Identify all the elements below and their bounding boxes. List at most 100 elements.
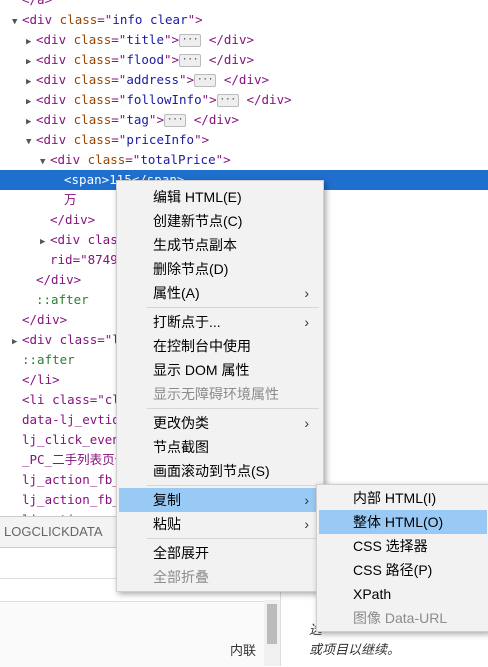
menu-item-label: CSS 路径(P)	[353, 562, 433, 578]
tag-name: div	[29, 12, 53, 27]
submenu-arrow-icon: ›	[304, 516, 309, 532]
collapse-arrow-icon[interactable]: ▶	[12, 332, 22, 350]
menu-item-label: 复制	[153, 492, 181, 508]
tag-bracket: ">	[215, 152, 231, 167]
dom-node-row[interactable]: </a>	[0, 0, 488, 10]
inline-style-label: 内联	[229, 643, 256, 658]
info-line-2: 或项目以继续。	[309, 642, 401, 657]
menu-item[interactable]: 更改伪类 ›	[119, 411, 321, 435]
expand-arrow-icon[interactable]: ▼	[26, 132, 36, 150]
closing-tag: </div>	[216, 72, 270, 87]
node-text: </div>	[22, 312, 68, 327]
menu-item[interactable]: 打断点于... ›	[119, 310, 321, 334]
node-text: </div>	[50, 212, 96, 227]
attr-value: address	[126, 72, 180, 87]
menu-item[interactable]: 粘贴 ›	[119, 512, 321, 536]
attr-eq: ="	[97, 12, 113, 27]
menu-item-label: 显示 DOM 属性	[153, 362, 250, 378]
ellipsis-icon[interactable]: ···	[163, 114, 187, 127]
attr-value: tag	[126, 112, 149, 127]
menu-item-label: 图像 Data-URL	[353, 610, 448, 626]
menu-item-label: 打断点于...	[153, 314, 221, 330]
styles-scrollbar[interactable]	[264, 600, 280, 666]
menu-item-label: CSS 选择器	[353, 538, 428, 554]
attr-eq: ="	[111, 32, 127, 47]
menu-separator	[147, 538, 319, 539]
attr-eq: ="	[111, 132, 127, 147]
dom-node-row[interactable]: ▼ <div class="totalPrice">	[0, 150, 488, 170]
submenu-arrow-icon: ›	[304, 415, 309, 431]
expand-arrow-icon[interactable]: ▼	[12, 12, 22, 30]
collapse-arrow-icon[interactable]: ▶	[26, 72, 36, 90]
attr-name: class	[87, 152, 126, 167]
collapse-arrow-icon[interactable]: ▶	[26, 52, 36, 70]
expand-arrow-icon[interactable]: ▼	[40, 152, 50, 170]
menu-item[interactable]: 复制 ›	[119, 488, 321, 512]
menu-item[interactable]: CSS 选择器	[319, 534, 487, 558]
attr-value: totalPrice	[140, 152, 216, 167]
dom-node-row[interactable]: ▶ <div class="address"> ··· </div>	[0, 70, 488, 90]
ellipsis-icon[interactable]: ···	[179, 54, 202, 67]
breadcrumb-item[interactable]: LOGCLICKDATA	[4, 524, 102, 539]
menu-item[interactable]: 创建新节点(C)	[119, 209, 321, 233]
tag-bracket: <	[36, 32, 44, 47]
attr-name: class	[73, 52, 112, 67]
collapse-arrow-icon[interactable]: ▶	[40, 232, 50, 250]
menu-item[interactable]: 属性(A) ›	[119, 281, 321, 305]
tag-bracket: ">	[179, 72, 195, 87]
attr-value: title	[126, 32, 164, 47]
node-text: </li>	[22, 372, 60, 387]
menu-item[interactable]: 内部 HTML(I)	[319, 486, 487, 510]
tag-bracket: ">	[148, 112, 164, 127]
menu-item[interactable]: CSS 路径(P)	[319, 558, 487, 582]
scrollbar-thumb[interactable]	[267, 604, 277, 644]
menu-item-label: 属性(A)	[153, 285, 200, 301]
menu-item: 图像 Data-URL	[319, 606, 487, 630]
dom-node-row[interactable]: ▶ <div class="followInfo"> ··· </div>	[0, 90, 488, 110]
closing-tag: </div>	[201, 52, 254, 67]
menu-item[interactable]: XPath	[319, 582, 487, 606]
menu-item-label: 编辑 HTML(E)	[153, 189, 242, 205]
menu-item[interactable]: 画面滚动到节点(S)	[119, 459, 321, 483]
tag-bracket: <	[36, 72, 44, 87]
attr-eq: ="	[125, 152, 141, 167]
menu-item[interactable]: 整体 HTML(O)	[319, 510, 487, 534]
collapse-arrow-icon[interactable]: ▶	[26, 92, 36, 110]
ellipsis-icon[interactable]: ···	[179, 34, 202, 47]
menu-item[interactable]: 删除节点(D)	[119, 257, 321, 281]
tag-bracket: ">	[201, 92, 217, 107]
collapse-arrow-icon[interactable]: ▶	[26, 112, 36, 130]
dom-node-row[interactable]: ▼ <div class="priceInfo">	[0, 130, 488, 150]
menu-item[interactable]: 全部展开	[119, 541, 321, 565]
dom-node-row[interactable]: ▼ <div class="info clear">	[0, 10, 488, 30]
node-text: _PC_二手列表页卡	[22, 452, 128, 467]
tag-name: div	[43, 52, 67, 67]
menu-item[interactable]: 编辑 HTML(E)	[119, 185, 321, 209]
tag-bracket: <	[36, 52, 44, 67]
tag-bracket: <	[36, 132, 44, 147]
tag-name: div	[57, 152, 81, 167]
tag-bracket: <	[36, 112, 44, 127]
ellipsis-icon[interactable]: ···	[216, 94, 239, 107]
attr-eq: ="	[111, 92, 127, 107]
menu-item[interactable]: 生成节点副本	[119, 233, 321, 257]
tag-bracket: ">	[194, 132, 210, 147]
menu-item-label: 在控制台中使用	[153, 338, 251, 354]
attr-value: flood	[126, 52, 164, 67]
submenu-arrow-icon: ›	[304, 314, 309, 330]
ellipsis-icon[interactable]: ···	[194, 74, 217, 87]
menu-item[interactable]: 在控制台中使用	[119, 334, 321, 358]
dom-node-row[interactable]: ▶ <div class="flood"> ··· </div>	[0, 50, 488, 70]
menu-item-label: XPath	[353, 586, 392, 602]
collapse-arrow-icon[interactable]: ▶	[26, 32, 36, 50]
menu-item[interactable]: 节点截图	[119, 435, 321, 459]
menu-item-label: 整体 HTML(O)	[353, 514, 444, 530]
menu-item-label: 内部 HTML(I)	[353, 490, 437, 506]
menu-item[interactable]: 显示 DOM 属性	[119, 358, 321, 382]
dom-node-row[interactable]: ▶ <div class="tag"> ··· </div>	[0, 110, 488, 130]
dom-node-row[interactable]: ▶ <div class="title"> ··· </div>	[0, 30, 488, 50]
attr-eq: ="	[111, 52, 127, 67]
copy-submenu: 内部 HTML(I) 整体 HTML(O) CSS 选择器 CSS 路径(P) XPat…	[316, 484, 488, 632]
